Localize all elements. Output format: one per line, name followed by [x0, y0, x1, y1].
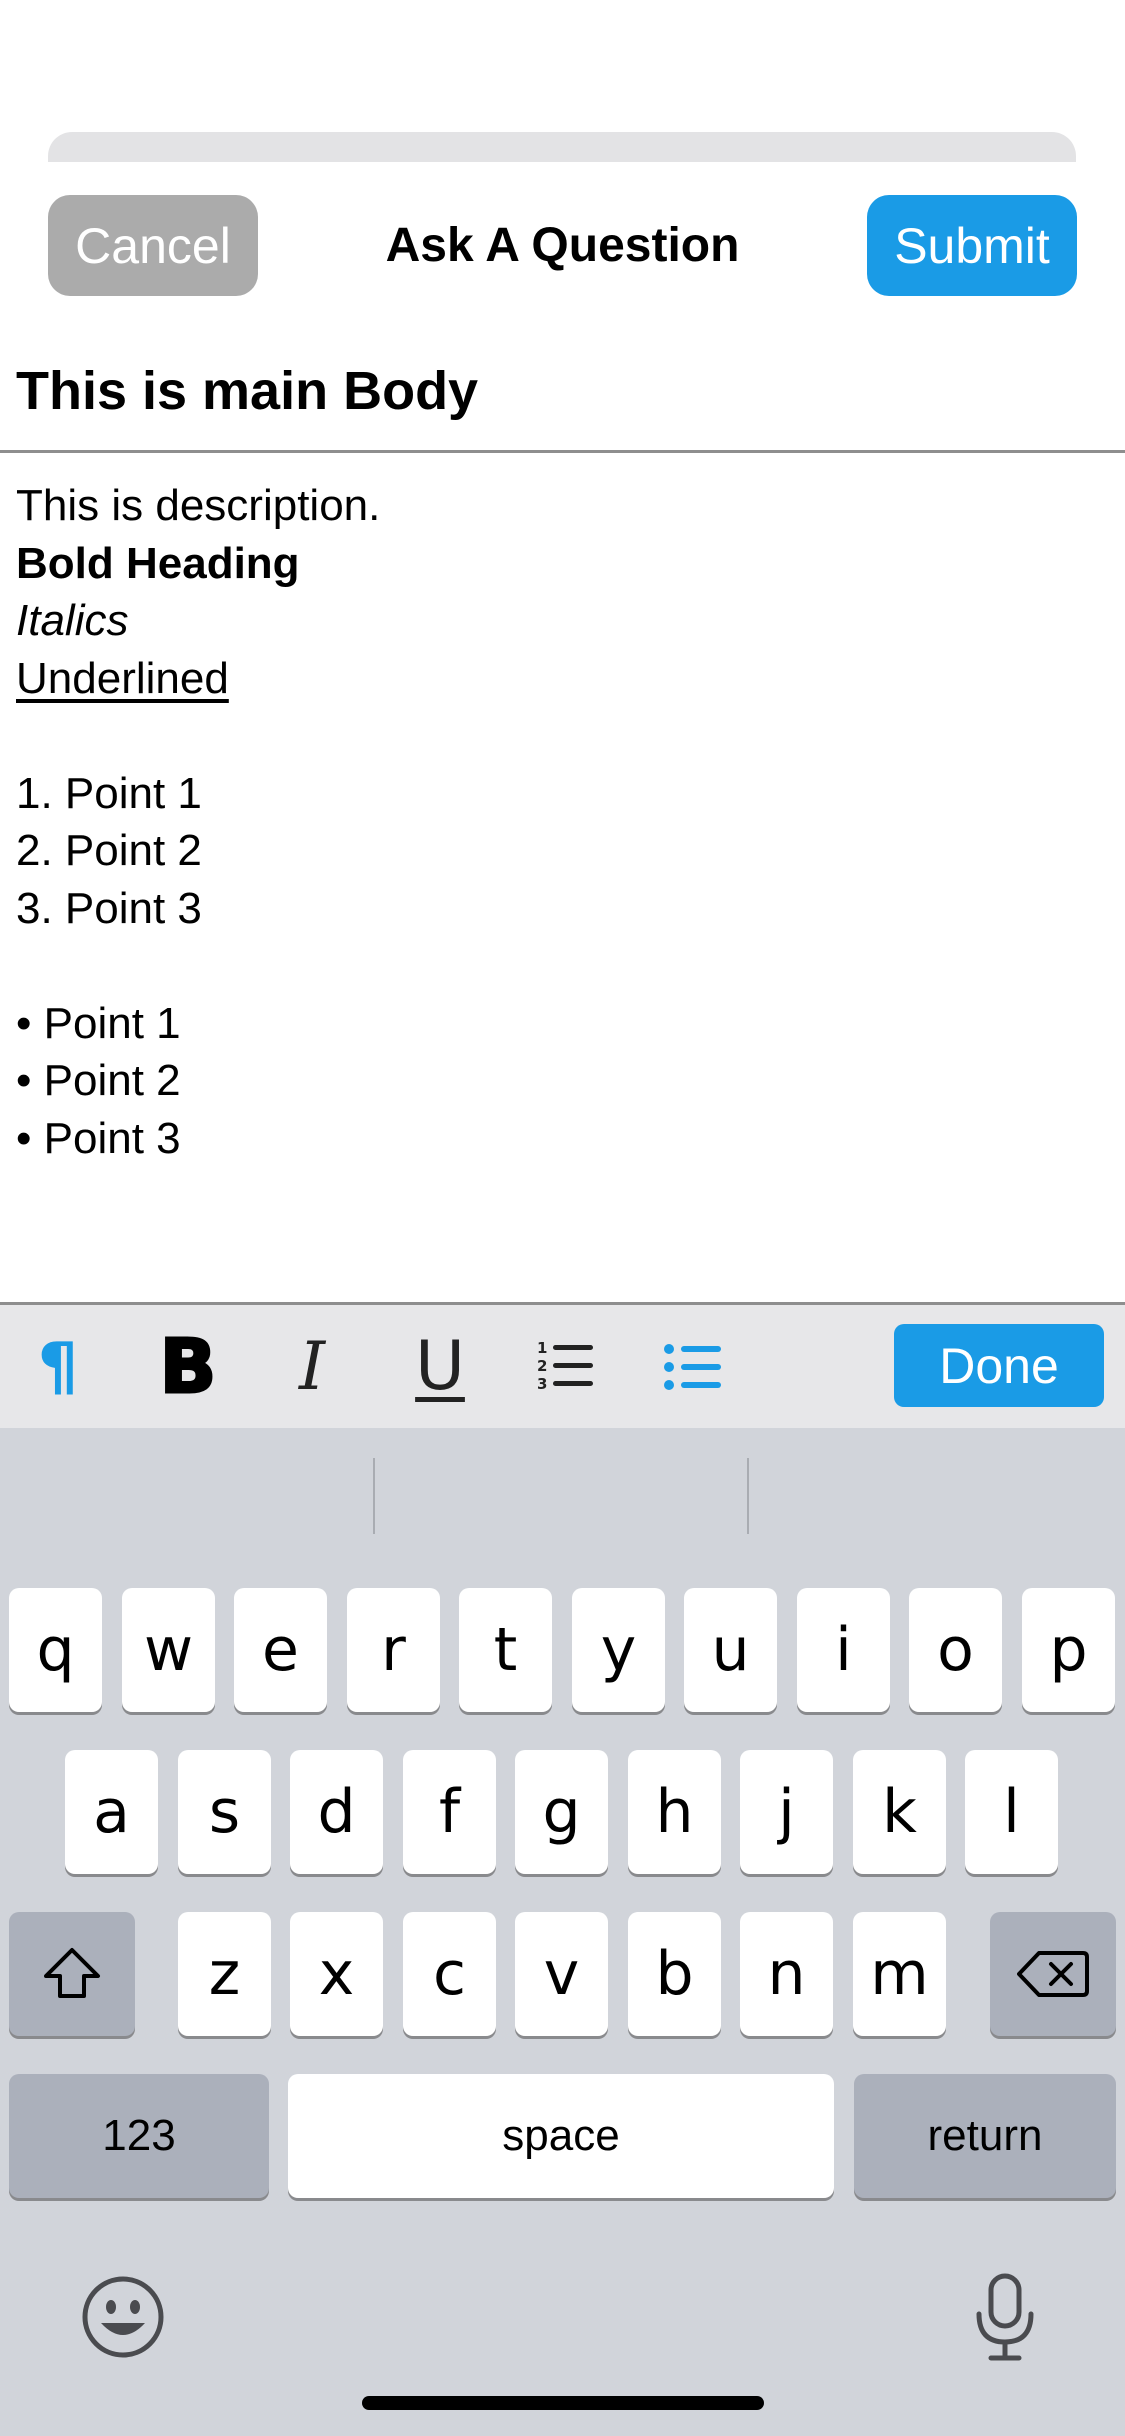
key-v[interactable]: v	[515, 1912, 608, 2036]
done-button[interactable]: Done	[894, 1324, 1104, 1407]
home-indicator	[362, 2396, 764, 2410]
key-b[interactable]: b	[628, 1912, 721, 2036]
key-z[interactable]: z	[178, 1912, 271, 2036]
shift-icon	[44, 1948, 100, 1998]
paragraph-icon: ¶	[37, 1329, 79, 1404]
numbers-key[interactable]: 123	[9, 2074, 269, 2198]
key-k[interactable]: k	[853, 1750, 946, 1874]
suggestion-separator	[373, 1458, 375, 1534]
bullet-list-icon	[664, 1343, 721, 1390]
bold-button[interactable]: B	[138, 1305, 238, 1428]
cancel-button[interactable]: Cancel	[48, 195, 258, 296]
description-underlined-line: Underlined	[16, 653, 229, 703]
key-i[interactable]: i	[797, 1588, 890, 1712]
bullet-list-item: • Point 2	[16, 1056, 181, 1105]
key-r[interactable]: r	[347, 1588, 440, 1712]
paragraph-button[interactable]: ¶	[8, 1305, 108, 1428]
bullet-list-button[interactable]	[643, 1305, 743, 1428]
shift-key[interactable]	[9, 1912, 135, 2036]
divider	[0, 450, 1125, 453]
description-text-line: This is description.	[16, 481, 381, 530]
suggestion-separator	[747, 1458, 749, 1534]
key-m[interactable]: m	[853, 1912, 946, 2036]
return-key[interactable]: return	[854, 2074, 1116, 2198]
key-o[interactable]: o	[909, 1588, 1002, 1712]
key-x[interactable]: x	[290, 1912, 383, 2036]
space-key[interactable]: space	[288, 2074, 834, 2198]
emoji-button[interactable]	[78, 2272, 168, 2362]
microphone-icon	[976, 2273, 1034, 2361]
underline-button[interactable]: U	[390, 1305, 490, 1428]
numbered-list-item: 1. Point 1	[16, 768, 202, 818]
key-w[interactable]: w	[122, 1588, 215, 1712]
key-s[interactable]: s	[178, 1750, 271, 1874]
emoji-icon	[82, 2276, 164, 2358]
key-t[interactable]: t	[459, 1588, 552, 1712]
key-j[interactable]: j	[740, 1750, 833, 1874]
key-q[interactable]: q	[9, 1588, 102, 1712]
svg-text:1: 1	[537, 1339, 547, 1357]
question-title-field[interactable]: This is main Body	[16, 355, 1106, 427]
backspace-key[interactable]	[990, 1912, 1116, 2036]
numbered-list-icon: 1 2 3	[537, 1339, 593, 1393]
key-d[interactable]: d	[290, 1750, 383, 1874]
italic-icon: I	[298, 1328, 326, 1405]
description-bold-line: Bold Heading	[16, 538, 300, 588]
key-u[interactable]: u	[684, 1588, 777, 1712]
key-c[interactable]: c	[403, 1912, 496, 2036]
key-l[interactable]: l	[965, 1750, 1058, 1874]
page-title: Ask A Question	[385, 219, 740, 272]
bold-icon: B	[158, 1322, 217, 1411]
key-y[interactable]: y	[572, 1588, 665, 1712]
svg-text:2: 2	[537, 1357, 547, 1375]
key-h[interactable]: h	[628, 1750, 721, 1874]
key-e[interactable]: e	[234, 1588, 327, 1712]
numbered-list-item: 3. Point 3	[16, 883, 202, 933]
key-n[interactable]: n	[740, 1912, 833, 2036]
sheet-top-edge	[48, 132, 1076, 162]
italic-button[interactable]: I	[262, 1305, 362, 1428]
dictation-button[interactable]	[960, 2268, 1050, 2368]
numbered-list-button[interactable]: 1 2 3	[517, 1305, 617, 1428]
description-editor[interactable]: This is description. Bold Heading Italic…	[16, 477, 1106, 1167]
numbered-list-item: 2. Point 2	[16, 826, 202, 875]
svg-text:3: 3	[537, 1375, 547, 1393]
underline-icon: U	[415, 1327, 465, 1406]
key-a[interactable]: a	[65, 1750, 158, 1874]
key-g[interactable]: g	[515, 1750, 608, 1874]
submit-button[interactable]: Submit	[867, 195, 1077, 296]
bullet-list-item: • Point 1	[16, 998, 181, 1048]
bullet-list-item: • Point 3	[16, 1113, 181, 1163]
backspace-icon	[1017, 1951, 1089, 1997]
key-f[interactable]: f	[403, 1750, 496, 1874]
description-italic-line: Italics	[16, 596, 129, 645]
key-p[interactable]: p	[1022, 1588, 1115, 1712]
